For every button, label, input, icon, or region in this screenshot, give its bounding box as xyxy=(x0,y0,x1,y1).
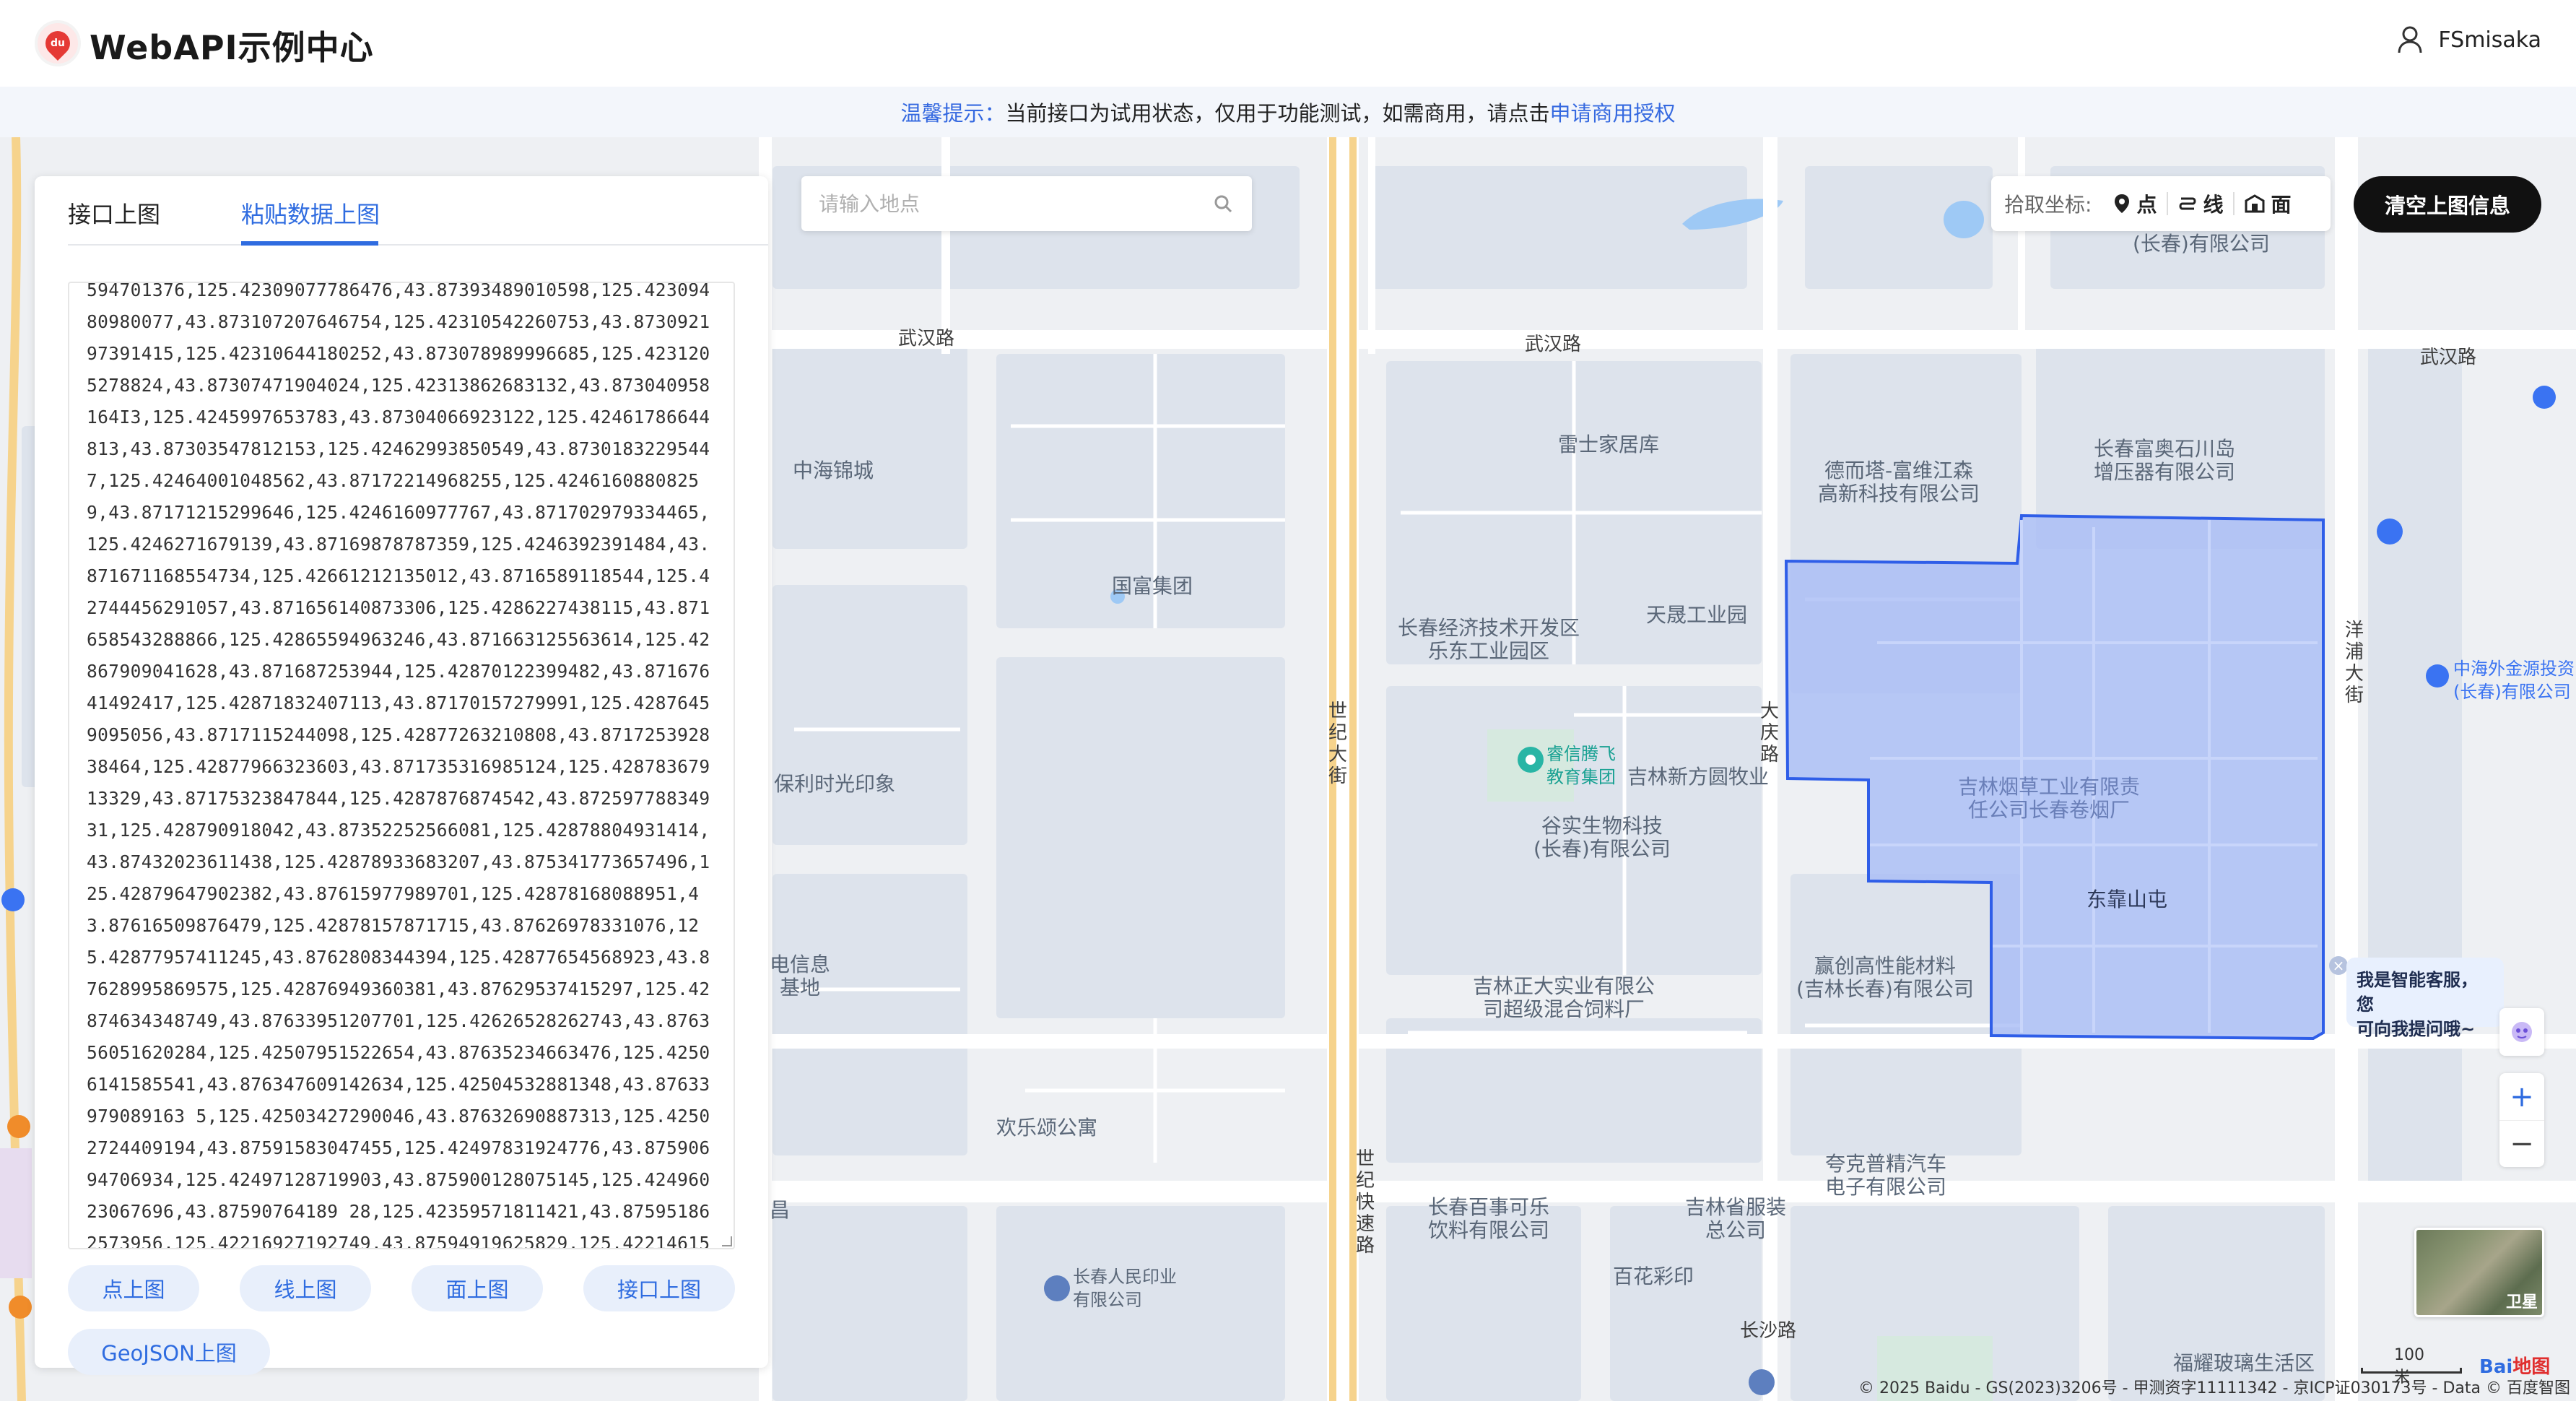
resize-handle[interactable] xyxy=(722,1236,732,1246)
zoom-control: + − xyxy=(2499,1073,2544,1167)
clear-plot-button[interactable]: 清空上图信息 xyxy=(2354,176,2541,233)
poi-fuzhuang[interactable]: 吉林省服装 总公司 xyxy=(1685,1196,1786,1242)
api-plot-button[interactable]: 接口上图 xyxy=(583,1265,735,1311)
tab-api-plot[interactable]: 接口上图 xyxy=(68,196,160,230)
poi-leishi[interactable]: 雷士家居库 xyxy=(1558,433,1659,456)
poi-yingchuang[interactable]: 赢创高性能材料 (吉林长春)有限公司 xyxy=(1796,955,1974,1001)
poi-dianxin[interactable]: 电信息 基地 xyxy=(770,953,830,999)
place-search-box xyxy=(801,176,1252,231)
chat-line-2: 可向我提问哦~ xyxy=(2357,1019,2476,1039)
top-header: du WebAPI示例中心 FSmisaka xyxy=(0,0,2576,87)
road-label-changsha: 长沙路 xyxy=(1740,1320,1797,1342)
poi-fuao[interactable]: 长春富奥石川岛 增压器有限公司 xyxy=(2094,438,2235,484)
robot-assistant-icon[interactable] xyxy=(2499,1008,2544,1056)
location-pin-icon xyxy=(2115,194,2130,213)
poi-dongkaoshan[interactable]: 东靠山屯 xyxy=(2087,888,2167,911)
notice-bar: 温馨提示： 当前接口为试用状态，仅用于功能测试，如需商用，请点击 申请商用授权 xyxy=(0,87,2576,137)
poi-jilin-xfx[interactable]: 吉林新方圆牧业 xyxy=(1627,765,1769,789)
app-title[interactable]: WebAPI示例中心 xyxy=(90,22,374,69)
satellite-label: 卫星 xyxy=(2505,1293,2538,1311)
notice-tip-label: 温馨提示： xyxy=(900,101,1006,126)
map-copyright: © 2025 Baidu - GS(2023)3206号 - 甲测资字11111… xyxy=(1858,1379,2570,1397)
zoom-out-button[interactable]: − xyxy=(2499,1120,2544,1167)
pick-coordinates-bar: 拾取坐标: 点 线 面 xyxy=(1991,176,2331,231)
user-menu[interactable]: FSmisaka xyxy=(2398,26,2541,53)
line-plot-button[interactable]: 线上图 xyxy=(240,1265,371,1311)
zoom-in-button[interactable]: + xyxy=(2499,1073,2544,1120)
satellite-toggle[interactable]: 卫星 xyxy=(2414,1228,2544,1317)
building-icon xyxy=(2245,194,2265,213)
poi-zhonghai-jc[interactable]: 中海锦城 xyxy=(793,459,874,482)
data-panel: 接口上图 粘贴数据上图 594701376,125.42309077786476… xyxy=(35,176,768,1375)
road-label-wuhan-mid: 武汉路 xyxy=(1525,334,1582,355)
search-input[interactable] xyxy=(819,176,1209,231)
search-icon[interactable] xyxy=(1213,194,1233,217)
notice-message: 当前接口为试用状态，仅用于功能测试，如需商用，请点击 xyxy=(1005,101,1550,126)
poi-renmin[interactable]: 长春人民印业 有限公司 xyxy=(1073,1265,1177,1311)
logo-text: du xyxy=(51,38,65,49)
poi-zhonghai-jr[interactable]: 中海外金源投资 (长春)有限公司 xyxy=(2453,657,2575,703)
pick-point-button[interactable]: 点 xyxy=(2103,189,2167,218)
active-tab-indicator xyxy=(241,241,378,246)
road-label-yangpu: 洋浦大街 xyxy=(2344,620,2364,706)
poi-kaifaqu[interactable]: 长春经济技术开发区 乐东工业园区 xyxy=(1398,617,1580,663)
poi-zhonghai-top[interactable]: (长春)有限公司 xyxy=(2133,233,2270,256)
poi-chang[interactable]: 昌 xyxy=(770,1199,790,1222)
poi-dersheng[interactable]: 德而塔-富维江森 高新科技有限公司 xyxy=(1818,459,1980,506)
app-logo-icon[interactable]: du xyxy=(35,20,81,66)
geojson-plot-button[interactable]: GeoJSON上图 xyxy=(68,1329,270,1375)
poi-baishi[interactable]: 长春百事可乐 饮料有限公司 xyxy=(1428,1196,1549,1242)
poi-gushi[interactable]: 谷实生物科技 (长春)有限公司 xyxy=(1533,815,1671,861)
pick-point-label: 点 xyxy=(2136,193,2157,217)
coordinate-textarea[interactable]: 594701376,125.42309077786476,43.87393489… xyxy=(68,282,735,1249)
coordinate-text: 594701376,125.42309077786476,43.87393489… xyxy=(87,282,710,1249)
apply-license-link[interactable]: 申请商用授权 xyxy=(1550,97,1676,127)
poi-tobacco[interactable]: 吉林烟草工业有限责 任公司长春卷烟厂 xyxy=(1958,776,2140,822)
route-icon xyxy=(2179,197,2196,210)
pick-line-label: 线 xyxy=(2203,193,2224,217)
chat-line-1: 我是智能客服，您 xyxy=(2357,970,2478,1015)
road-label-wuhan-left: 武汉路 xyxy=(898,328,955,350)
point-plot-button[interactable]: 点上图 xyxy=(68,1265,199,1311)
poi-kuashi[interactable]: 夸克普精汽车 电子有限公司 xyxy=(1825,1153,1946,1199)
road-label-wuhan-right: 武汉路 xyxy=(2420,347,2477,368)
smart-service-bubble[interactable]: 我是智能客服，您 可向我提问哦~ xyxy=(2346,958,2504,1039)
close-icon[interactable]: × xyxy=(2329,956,2348,975)
poi-jilinzd[interactable]: 吉林正大实业有限公 司超级混合饲料厂 xyxy=(1473,975,1655,1021)
panel-tabs: 接口上图 粘贴数据上图 xyxy=(68,176,768,246)
polygon-plot-button[interactable]: 面上图 xyxy=(412,1265,543,1311)
road-label-shiji-main: 世纪大街 xyxy=(1328,700,1347,787)
tab-paste-plot[interactable]: 粘贴数据上图 xyxy=(241,196,380,230)
poi-baoli[interactable]: 保利时光印象 xyxy=(774,773,895,796)
poi-baihua[interactable]: 百花彩印 xyxy=(1613,1265,1694,1288)
poi-tiansheng[interactable]: 天晟工业园 xyxy=(1646,604,1747,627)
user-icon xyxy=(2398,26,2422,53)
road-label-shiji-fast: 世纪快速路 xyxy=(1355,1148,1375,1257)
pick-polygon-label: 面 xyxy=(2271,193,2292,217)
pick-polygon-button[interactable]: 面 xyxy=(2235,189,2301,218)
username: FSmisaka xyxy=(2438,27,2541,53)
pick-label: 拾取坐标: xyxy=(2004,193,2092,217)
poi-ruixin[interactable]: 睿信腾飞 教育集团 xyxy=(1546,742,1616,789)
pick-line-button[interactable]: 线 xyxy=(2168,189,2233,218)
poi-fuyao[interactable]: 福耀玻璃生活区 xyxy=(2173,1352,2315,1375)
scale-bar-line xyxy=(2361,1368,2462,1374)
poi-huanle[interactable]: 欢乐颂公寓 xyxy=(996,1116,1097,1140)
road-label-daqing: 大庆路 xyxy=(1759,700,1779,765)
poi-guofu[interactable]: 国富集团 xyxy=(1112,575,1193,598)
